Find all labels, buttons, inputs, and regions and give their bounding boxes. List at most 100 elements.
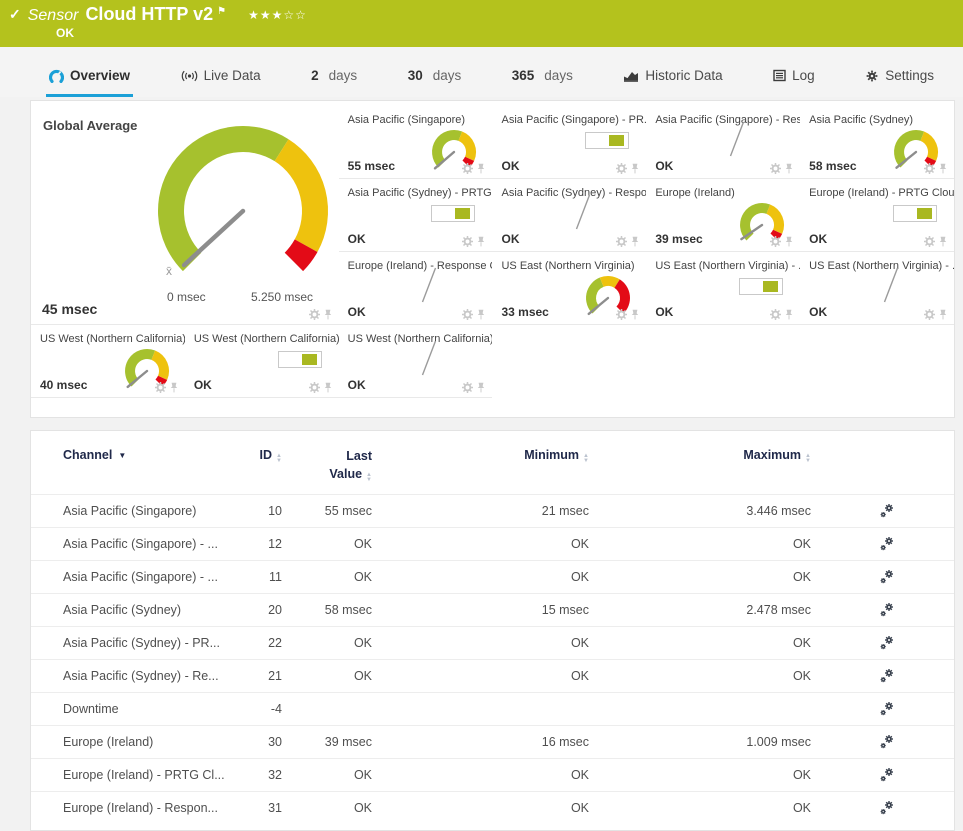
gear-icon[interactable] xyxy=(462,163,474,174)
tile-value: OK xyxy=(501,232,520,246)
maximum-cell: OK xyxy=(792,537,811,551)
gear-icon[interactable] xyxy=(923,163,935,174)
id-cell: 10 xyxy=(268,504,282,518)
tile-title: Asia Pacific (Singapore) - Res... xyxy=(655,114,801,126)
gear-icon[interactable] xyxy=(923,236,935,247)
channel-tile[interactable]: Asia Pacific (Sydney) 58 msec xyxy=(800,106,954,179)
pin-icon[interactable] xyxy=(170,382,178,393)
table-row: Europe (Ireland) 30 39 msec 16 msec 1.009 ms… xyxy=(31,725,954,758)
tile-value: 58 msec xyxy=(809,159,857,173)
channel-tile[interactable]: Europe (Ireland) - Response C... OK xyxy=(338,252,493,325)
column-header-maximum[interactable]: Maximum ▲ ▼ xyxy=(589,448,811,464)
channel-tile[interactable]: Europe (Ireland) 39 msec xyxy=(646,179,801,252)
channel-tile[interactable]: US East (Northern Virginia) 33 msec xyxy=(492,252,647,325)
pin-icon[interactable] xyxy=(324,309,332,320)
tab-365-days[interactable]: 365 days xyxy=(509,62,576,97)
tab-live-data[interactable]: Live Data xyxy=(178,62,264,97)
pin-icon[interactable] xyxy=(631,163,639,174)
minimum-cell: OK xyxy=(570,669,589,683)
gear-icon[interactable] xyxy=(770,309,782,320)
object-kind-label: Sensor xyxy=(27,7,79,24)
tile-value: 39 msec xyxy=(655,232,703,246)
tab-30-days[interactable]: 30 days xyxy=(405,62,465,97)
column-header-channel[interactable]: Channel ▼ xyxy=(63,448,228,462)
channel-tile[interactable]: US West (Northern California)... OK xyxy=(184,325,339,398)
tile-title: Asia Pacific (Singapore) - PR... xyxy=(501,114,647,126)
tile-title: US East (Northern Virginia) - ... xyxy=(809,260,954,272)
channel-tile[interactable]: US West (Northern California) 40 msec xyxy=(31,325,185,398)
edit-channel-icon[interactable] xyxy=(879,701,895,717)
priority-stars[interactable]: ★★★☆☆ xyxy=(248,8,307,22)
channel-tile[interactable]: US East (Northern Virginia) - ... OK xyxy=(800,252,954,325)
pin-icon[interactable] xyxy=(477,309,485,320)
pin-icon[interactable] xyxy=(785,236,793,247)
id-cell: -4 xyxy=(270,702,282,716)
channel-tile[interactable]: Asia Pacific (Singapore) 55 msec xyxy=(338,106,493,179)
gear-icon[interactable] xyxy=(308,309,320,320)
tab-2-days[interactable]: 2 days xyxy=(308,62,360,97)
needle-indicator xyxy=(726,119,748,159)
pin-icon[interactable] xyxy=(939,309,947,320)
minimum-cell: 15 msec xyxy=(541,603,589,617)
column-header-id[interactable]: ID ▲ ▼ xyxy=(228,448,282,464)
edit-channel-icon[interactable] xyxy=(879,503,895,519)
tab-historic-data[interactable]: Historic Data xyxy=(620,62,725,97)
pin-icon[interactable] xyxy=(939,236,947,247)
gear-icon[interactable] xyxy=(923,309,935,320)
edit-channel-icon[interactable] xyxy=(879,800,895,816)
gear-icon[interactable] xyxy=(770,236,782,247)
gear-icon[interactable] xyxy=(462,382,474,393)
tile-title: US West (Northern California)... xyxy=(193,333,339,345)
tab-overview[interactable]: Overview xyxy=(46,62,134,97)
pin-icon[interactable] xyxy=(939,163,947,174)
table-header: Channel ▼ ID ▲ ▼ Last Value ▲ ▼ Minimum ▲ ▼ Max… xyxy=(31,431,954,494)
channel-cell: Downtime xyxy=(63,702,119,716)
tab-log[interactable]: Log xyxy=(770,62,818,97)
gear-icon[interactable] xyxy=(154,382,166,393)
status-switch xyxy=(739,278,784,295)
edit-channel-icon[interactable] xyxy=(879,602,895,618)
pin-icon[interactable] xyxy=(477,236,485,247)
last-value-cell: OK xyxy=(353,636,372,650)
column-header-last-value[interactable]: Last Value ▲ ▼ xyxy=(282,448,372,483)
table-row: Asia Pacific (Sydney) - Re... 21 OK OK OK xyxy=(31,659,954,692)
edit-channel-icon[interactable] xyxy=(879,569,895,585)
gear-icon[interactable] xyxy=(308,382,320,393)
pin-icon[interactable] xyxy=(631,309,639,320)
edit-channel-icon[interactable] xyxy=(879,635,895,651)
global-average-gauge xyxy=(143,119,339,289)
channel-tile[interactable]: Asia Pacific (Singapore) - Res... OK xyxy=(646,106,801,179)
channel-tile[interactable]: US East (Northern Virginia) - ... OK xyxy=(646,252,801,325)
id-cell: 21 xyxy=(268,669,282,683)
edit-channel-icon[interactable] xyxy=(879,734,895,750)
channel-tile[interactable]: Asia Pacific (Sydney) - Respo... OK xyxy=(492,179,647,252)
pin-icon[interactable] xyxy=(477,382,485,393)
gear-icon[interactable] xyxy=(462,309,474,320)
pin-icon[interactable] xyxy=(785,163,793,174)
column-header-minimum[interactable]: Minimum ▲ ▼ xyxy=(372,448,589,464)
gauge-scale-max: 5.250 msec xyxy=(251,290,314,304)
channel-cell: Europe (Ireland) - Respon... xyxy=(63,801,218,815)
channel-tile[interactable]: Asia Pacific (Singapore) - PR... OK xyxy=(492,106,647,179)
tab-settings[interactable]: Settings xyxy=(862,62,937,97)
gear-icon[interactable] xyxy=(616,309,628,320)
gear-icon[interactable] xyxy=(462,236,474,247)
flag-icon: ⚑ xyxy=(217,6,227,17)
gear-icon[interactable] xyxy=(616,163,628,174)
edit-channel-icon[interactable] xyxy=(879,767,895,783)
pin-icon[interactable] xyxy=(785,309,793,320)
channel-cell: Asia Pacific (Sydney) - PR... xyxy=(63,636,220,650)
edit-channel-icon[interactable] xyxy=(879,536,895,552)
gear-icon[interactable] xyxy=(770,163,782,174)
channel-tile[interactable]: Europe (Ireland) - PRTG Cloud... OK xyxy=(800,179,954,252)
global-average-tile[interactable]: Global Average x̄ 0 msec 5.250 msec 45 msec xyxy=(31,106,339,325)
gear-icon[interactable] xyxy=(616,236,628,247)
minimum-cell: OK xyxy=(570,801,589,815)
edit-channel-icon[interactable] xyxy=(879,668,895,684)
pin-icon[interactable] xyxy=(324,382,332,393)
pin-icon[interactable] xyxy=(631,236,639,247)
channel-tile[interactable]: Asia Pacific (Sydney) - PRTG ... OK xyxy=(338,179,493,252)
pin-icon[interactable] xyxy=(477,163,485,174)
sort-arrows-icon: ▲ ▼ xyxy=(366,471,372,483)
channel-tile[interactable]: US West (Northern California)... OK xyxy=(338,325,493,398)
